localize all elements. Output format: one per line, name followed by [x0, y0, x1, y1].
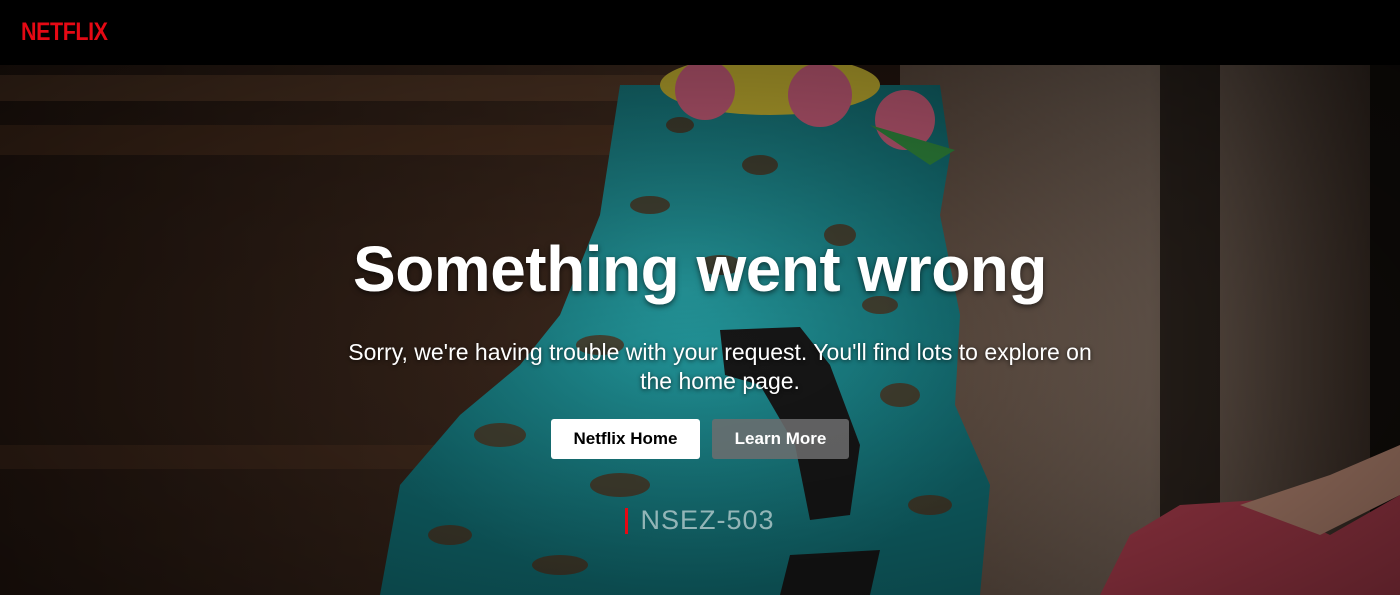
netflix-home-button[interactable]: Netflix Home	[551, 419, 700, 459]
learn-more-button[interactable]: Learn More	[712, 419, 849, 459]
error-code-accent-bar	[625, 507, 629, 534]
top-bar: NETFLIX	[0, 0, 1400, 65]
error-title: Something went wrong	[353, 233, 1047, 305]
error-code: NSEZ-503	[0, 505, 1400, 536]
error-code-text: NSEZ-503	[640, 505, 775, 535]
error-content: Something went wrong Sorry, we're having…	[0, 0, 1400, 595]
action-buttons: Netflix Home Learn More	[0, 419, 1400, 459]
error-message: Sorry, we're having trouble with your re…	[348, 339, 1092, 394]
netflix-logo[interactable]: NETFLIX	[21, 17, 108, 47]
